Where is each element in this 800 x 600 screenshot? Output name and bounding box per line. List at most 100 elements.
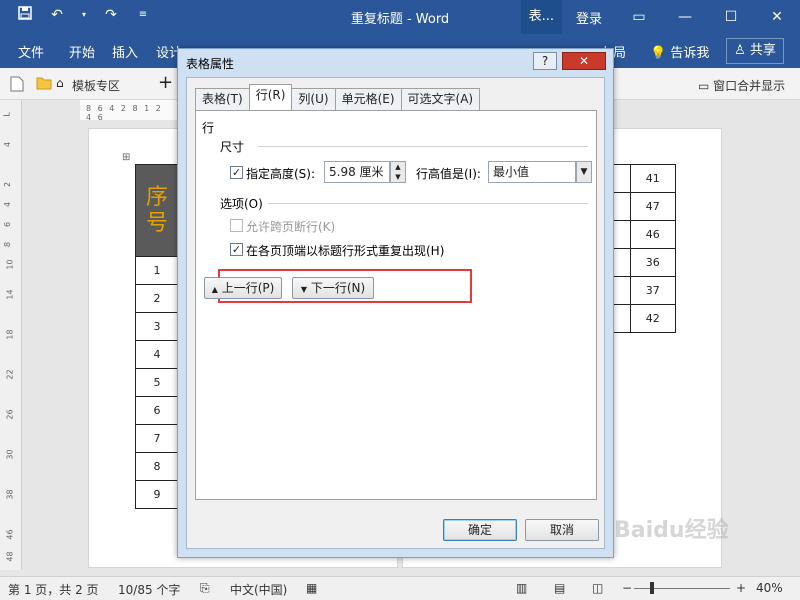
options-group-label: 选项(O) <box>220 197 263 211</box>
login-link[interactable]: 登录 <box>562 8 616 27</box>
tab-column[interactable]: 列(U) <box>291 88 336 110</box>
zoom-slider-thumb[interactable] <box>650 582 654 594</box>
table-cell[interactable]: 4 <box>135 340 179 369</box>
table-cell[interactable]: 1 <box>135 256 179 285</box>
table-cell[interactable]: 2 <box>135 284 179 313</box>
section-row-label: 行 <box>202 121 215 135</box>
tell-me-label: 告诉我 <box>670 46 710 61</box>
print-layout-icon[interactable]: ▤ <box>554 581 565 595</box>
specify-height-label: 指定高度(S): <box>246 167 316 181</box>
table-move-handle-icon[interactable]: ⊞ <box>122 152 130 163</box>
new-document-icon[interactable] <box>10 76 26 92</box>
page-count[interactable]: 第 1 页，共 2 页 <box>8 581 99 598</box>
template-zone-tab[interactable]: 模板专区 <box>72 77 120 94</box>
allow-row-break-checkbox[interactable] <box>230 219 243 232</box>
separator <box>258 146 588 147</box>
tab-insert[interactable]: 插入 <box>112 42 138 61</box>
zoom-out-icon[interactable]: − <box>622 581 632 595</box>
table-properties-dialog: 表格属性 ? ✕ 表格(T) 行(R) 列(U) 单元格(E) 可选文字(A) … <box>177 48 614 558</box>
tab-row[interactable]: 行(R) <box>248 84 293 110</box>
share-button[interactable]: ♙ 共享 <box>726 38 784 64</box>
table-cell[interactable]: 9 <box>135 480 179 509</box>
horizontal-ruler: 8 6 4 2 8 1 2 4 6 <box>80 100 180 122</box>
ruler-number: 8 <box>3 241 13 248</box>
table-cell[interactable]: 5 <box>135 368 179 397</box>
ruler-number: 4 <box>3 141 13 148</box>
merge-windows-button[interactable]: ▭ 窗口合并显示 <box>698 77 785 94</box>
table-cell[interactable]: 7 <box>135 424 179 453</box>
share-label: 共享 <box>749 43 776 58</box>
zoom-in-icon[interactable]: + <box>736 581 746 595</box>
separator <box>268 203 588 204</box>
chevron-down-icon[interactable]: ▼ <box>576 161 592 183</box>
height-input[interactable]: 5.98 厘米 <box>324 161 390 183</box>
maximize-icon[interactable]: ☐ <box>708 9 754 25</box>
size-group-label: 尺寸 <box>220 140 245 154</box>
next-row-button[interactable]: ▼ 下一行(N) <box>292 277 374 299</box>
vertical-ruler: L 4 2 4 6 8 10 14 18 22 26 30 38 46 48 <box>0 100 22 570</box>
table-cell[interactable]: 46 <box>629 220 676 249</box>
tell-me-search[interactable]: 💡 告诉我 <box>650 42 709 61</box>
triangle-up-icon: ▲ <box>211 285 218 294</box>
status-bar: 第 1 页，共 2 页 10/85 个字 ⎘ 中文(中国) ▦ ▥ ▤ ◫ − … <box>0 576 800 600</box>
ruler-number: 38 <box>5 489 15 500</box>
triangle-down-icon: ▼ <box>300 285 307 294</box>
tab-file[interactable]: 文件 <box>18 42 44 61</box>
table-cell[interactable]: 41 <box>629 164 676 193</box>
table-header-cell[interactable]: 序号 <box>135 164 179 257</box>
table-cell[interactable]: 6 <box>135 396 179 425</box>
home-icon[interactable]: ⌂ <box>56 76 72 92</box>
tab-cell[interactable]: 单元格(E) <box>334 88 402 110</box>
template-zone-label: 模板专区 <box>72 79 121 93</box>
ribbon-display-icon[interactable]: ▭ <box>616 9 662 25</box>
person-icon: ♙ <box>734 43 746 58</box>
tab-table[interactable]: 表格(T) <box>195 88 250 110</box>
window-icon: ▭ <box>698 79 710 93</box>
table-cell[interactable]: 8 <box>135 452 179 481</box>
close-window-icon[interactable]: ✕ <box>754 9 800 25</box>
ok-button[interactable]: 确定 <box>443 519 517 541</box>
open-folder-icon[interactable] <box>36 76 52 92</box>
ruler-number: 4 <box>3 201 13 208</box>
row-tab-panel: 行 尺寸 ✓ 指定高度(S): 5.98 厘米 ▲ ▼ 行高值是(I): 最小值 … <box>195 110 597 500</box>
merge-windows-label: 窗口合并显示 <box>713 79 786 93</box>
previous-row-button[interactable]: ▲ 上一行(P) <box>204 277 282 299</box>
zoom-level[interactable]: 40% <box>756 581 783 595</box>
context-tab-label: 表... <box>520 0 562 34</box>
zoom-slider[interactable] <box>634 588 730 589</box>
table-cell[interactable]: 3 <box>135 312 179 341</box>
ruler-number: 30 <box>5 449 15 460</box>
dialog-title: 表格属性 <box>186 57 235 71</box>
previous-row-label: 上一行(P) <box>221 281 275 295</box>
row-height-is-label: 行高值是(I): <box>416 167 481 181</box>
language-indicator[interactable]: 中文(中国) <box>230 581 287 598</box>
ruler-number: 18 <box>5 329 15 340</box>
add-tab-icon[interactable]: + <box>158 72 174 93</box>
table-left[interactable]: 序号 1 2 3 4 5 6 7 8 9 <box>135 164 179 509</box>
repeat-header-row-checkbox[interactable]: ✓ <box>230 243 243 256</box>
next-row-label: 下一行(N) <box>310 281 366 295</box>
minimize-icon[interactable]: — <box>662 9 708 25</box>
height-spinner[interactable]: ▲ ▼ <box>390 161 406 183</box>
cancel-button[interactable]: 取消 <box>525 519 599 541</box>
ruler-number: 48 <box>5 551 15 562</box>
ruler-number: 6 <box>3 221 13 228</box>
dialog-tabs: 表格(T) 行(R) 列(U) 单元格(E) 可选文字(A) <box>195 84 481 110</box>
table-cell[interactable]: 36 <box>629 248 676 277</box>
macro-icon[interactable]: ▦ <box>306 581 317 595</box>
table-cell[interactable]: 47 <box>629 192 676 221</box>
help-button[interactable]: ? <box>533 52 557 70</box>
title-bar: ↶ ▾ ↷ ≡ 重复标题 - Word 表... 登录 ▭ — ☐ ✕ <box>0 0 800 34</box>
specify-height-checkbox[interactable]: ✓ <box>230 166 243 179</box>
table-cell[interactable]: 42 <box>629 304 676 333</box>
tab-alt-text[interactable]: 可选文字(A) <box>400 88 481 110</box>
row-height-is-select[interactable]: 最小值 <box>488 161 576 183</box>
proofing-icon[interactable]: ⎘ <box>200 581 210 596</box>
tab-home[interactable]: 开始 <box>69 42 95 61</box>
close-dialog-button[interactable]: ✕ <box>562 52 606 70</box>
web-layout-icon[interactable]: ◫ <box>592 581 603 595</box>
table-right[interactable]: 41 47 46 36 37 42 <box>608 164 676 333</box>
read-mode-icon[interactable]: ▥ <box>516 581 527 595</box>
word-count[interactable]: 10/85 个字 <box>118 581 180 598</box>
table-cell[interactable]: 37 <box>629 276 676 305</box>
